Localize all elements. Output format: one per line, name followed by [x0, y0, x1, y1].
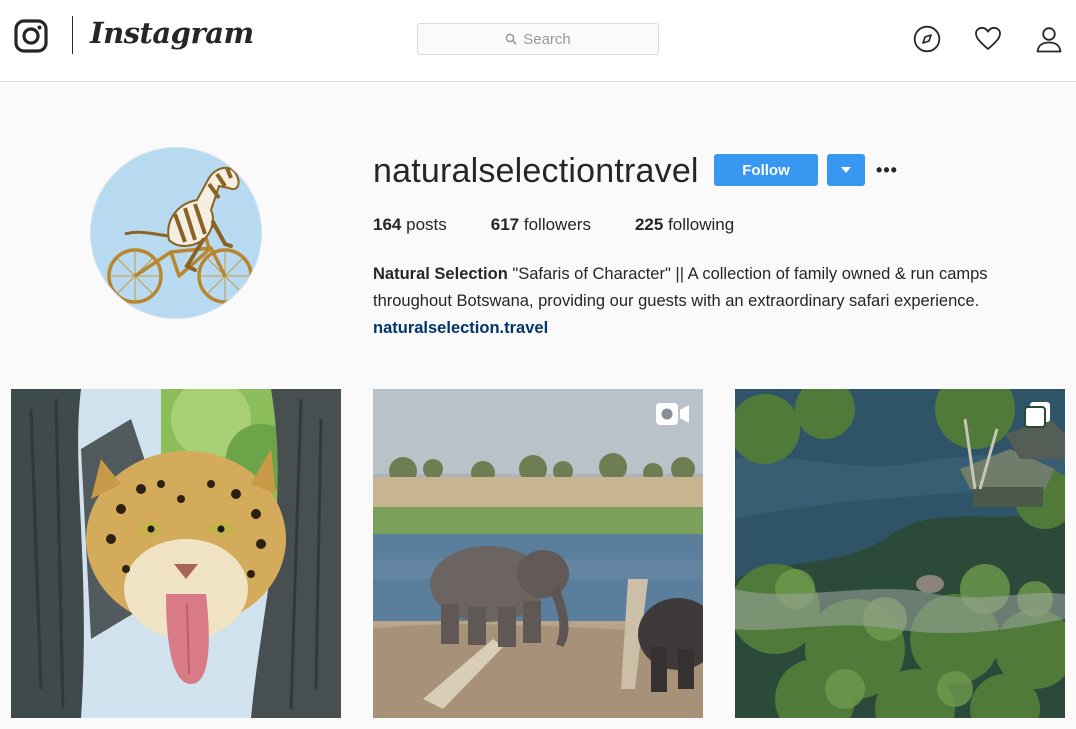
profile-stats: 164 posts 617 followers 225 following	[373, 215, 778, 235]
caret-down-icon	[841, 167, 851, 173]
instagram-wordmark[interactable]: Instagram	[90, 16, 254, 50]
logo-divider	[72, 16, 73, 54]
leopard-photo	[11, 389, 341, 718]
followers-count-value: 617	[490, 215, 520, 234]
video-icon	[655, 401, 691, 429]
search-icon	[505, 33, 517, 45]
elephants-photo	[373, 389, 703, 718]
aerial-camp-photo	[735, 389, 1065, 718]
profile-username: naturalselectiontravel	[373, 152, 699, 190]
bio-website-link[interactable]: naturalselection.travel	[373, 315, 1063, 342]
profile-bio: Natural Selection "Safaris of Character"…	[373, 261, 1063, 342]
suggestions-dropdown-button[interactable]	[827, 154, 865, 186]
compass-icon[interactable]	[913, 25, 941, 53]
zebra-on-bicycle-logo	[91, 148, 261, 318]
search-input[interactable]: Search	[417, 23, 659, 55]
top-navigation-bar: Instagram Search	[0, 0, 1076, 82]
posts-count-value: 164	[373, 215, 402, 234]
multiple-photos-icon	[1017, 401, 1053, 429]
followers-count-label: followers	[523, 215, 591, 234]
profile-avatar[interactable]	[90, 147, 262, 319]
search-placeholder: Search	[523, 30, 571, 48]
following-count[interactable]: 225 following	[635, 215, 734, 235]
posts-count-label: posts	[406, 215, 447, 234]
following-count-label: following	[668, 215, 735, 234]
heart-icon[interactable]	[974, 25, 1002, 53]
posts-count: 164 posts	[373, 215, 447, 235]
person-icon[interactable]	[1035, 25, 1063, 53]
post-tile-leopard[interactable]	[11, 389, 341, 718]
more-options-button[interactable]: •••	[876, 158, 898, 182]
post-tile-elephants[interactable]	[373, 389, 703, 718]
post-tile-aerial-camp[interactable]	[735, 389, 1065, 718]
followers-count[interactable]: 617 followers	[491, 215, 591, 235]
follow-button[interactable]: Follow	[714, 154, 818, 186]
following-count-value: 225	[634, 215, 664, 234]
bio-full-name: Natural Selection	[373, 265, 508, 283]
instagram-logo-icon[interactable]	[14, 19, 48, 53]
